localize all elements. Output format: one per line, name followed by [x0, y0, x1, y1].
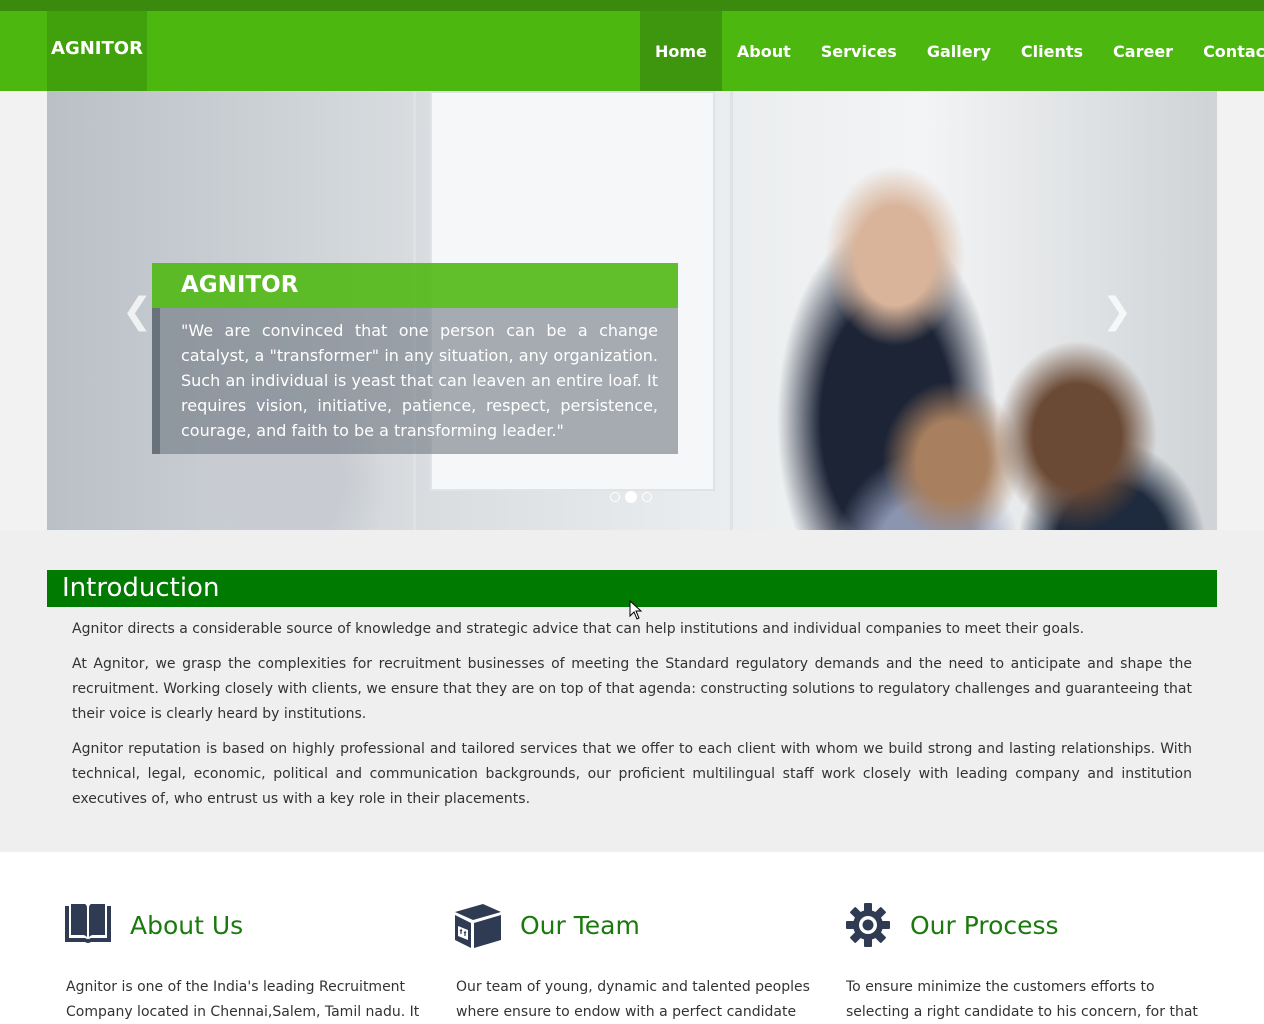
- nav-home[interactable]: Home: [640, 11, 722, 91]
- feature-text: Agnitor is one of the India's leading Re…: [66, 979, 420, 1020]
- chevron-left-icon[interactable]: ❮: [122, 291, 152, 332]
- nav-contact[interactable]: Contact: [1188, 11, 1264, 91]
- intro-paragraph-2: At Agnitor, we grasp the complexities fo…: [72, 656, 1192, 722]
- brand-logo[interactable]: AGNITOR: [47, 11, 147, 91]
- nav-services[interactable]: Services: [806, 11, 912, 91]
- caption-quote: "We are convinced that one person can be…: [152, 308, 678, 454]
- feature-header: Our Team: [452, 895, 812, 955]
- carousel-indicator-3[interactable]: [642, 492, 652, 502]
- feature-header: About Us: [62, 895, 422, 955]
- feature-about-us: About Us Agnitor is one of the India's l…: [62, 895, 422, 1024]
- intro-text: Agnitor directs a considerable source of…: [72, 617, 1192, 822]
- navbar: AGNITOR Home About Services Gallery Clie…: [0, 11, 1264, 91]
- nav-clients[interactable]: Clients: [1006, 11, 1098, 91]
- feature-our-process: Our Process To ensure minimize the custo…: [842, 895, 1202, 1024]
- carousel-indicator-2[interactable]: [625, 491, 637, 503]
- feature-our-team: Our Team Our team of young, dynamic and …: [452, 895, 812, 1024]
- top-accent-line: [0, 0, 1264, 11]
- intro-paragraph-3: Agnitor reputation is based on highly pr…: [72, 741, 1192, 807]
- hero-carousel: ❮ ❯ AGNITOR "We are convinced that one p…: [47, 91, 1217, 530]
- feature-header: Our Process: [842, 895, 1202, 955]
- mouse-cursor-icon: [629, 600, 643, 620]
- carousel-caption: AGNITOR "We are convinced that one perso…: [152, 263, 678, 454]
- feature-title: Our Team: [520, 910, 640, 940]
- feature-title: About Us: [130, 910, 244, 940]
- nav-about[interactable]: About: [722, 11, 806, 91]
- main-nav: Home About Services Gallery Clients Care…: [640, 11, 1264, 91]
- gear-icon: [842, 899, 894, 951]
- nav-gallery[interactable]: Gallery: [912, 11, 1006, 91]
- carousel-indicators: [610, 491, 652, 503]
- book-icon: [62, 899, 114, 951]
- carousel-indicator-1[interactable]: [610, 492, 620, 502]
- feature-text: Our team of young, dynamic and talented …: [456, 979, 810, 1020]
- box-icon: [452, 899, 504, 951]
- nav-career[interactable]: Career: [1098, 11, 1188, 91]
- feature-title: Our Process: [910, 910, 1059, 940]
- chevron-right-icon[interactable]: ❯: [1102, 291, 1132, 332]
- caption-title: AGNITOR: [152, 263, 678, 308]
- feature-text: To ensure minimize the customers efforts…: [846, 979, 1198, 1020]
- intro-paragraph-1: Agnitor directs a considerable source of…: [72, 621, 1085, 637]
